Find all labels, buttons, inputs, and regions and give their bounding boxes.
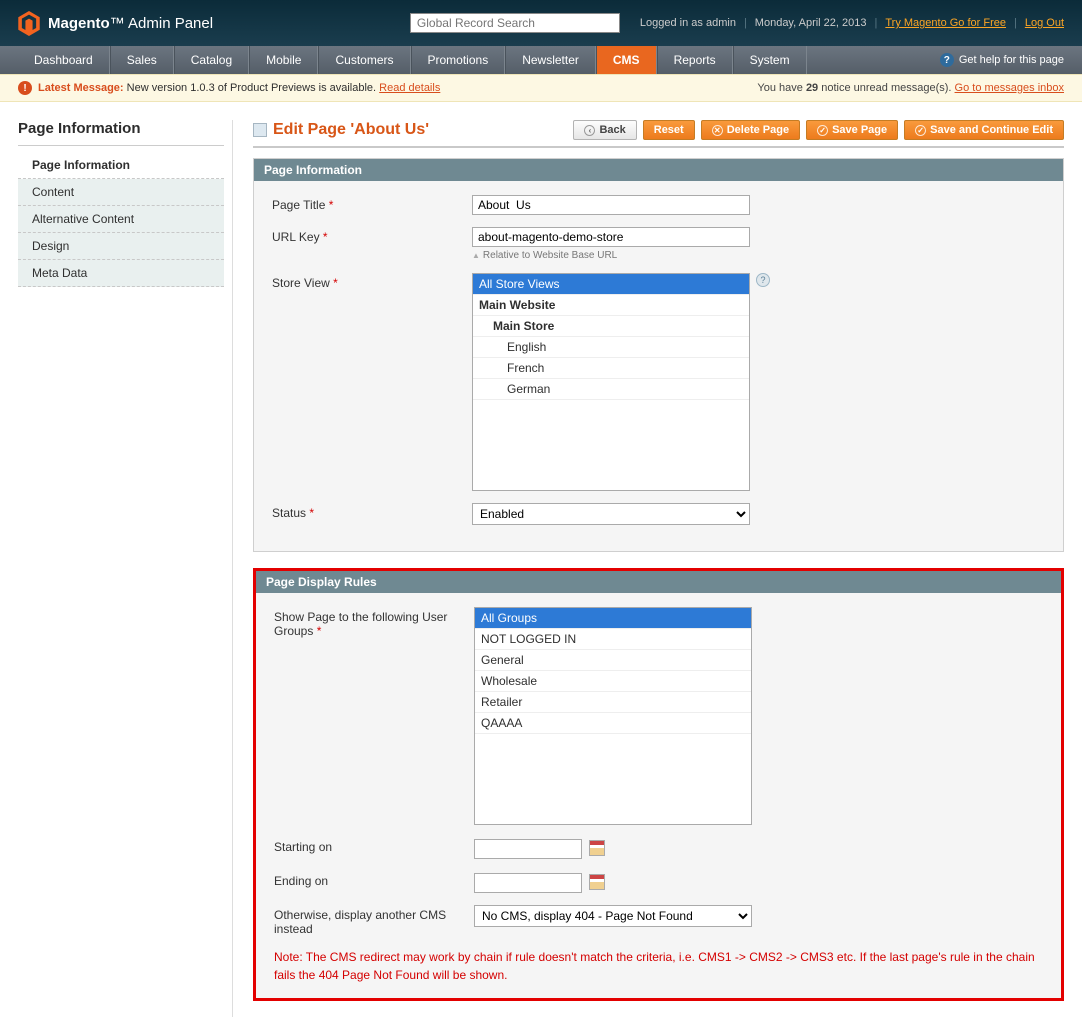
nav-newsletter[interactable]: Newsletter xyxy=(505,46,596,74)
page-icon xyxy=(253,123,267,137)
fieldset-header: Page Display Rules xyxy=(256,571,1061,593)
page-title-label: Page Title * xyxy=(272,195,472,212)
nav-cms[interactable]: CMS xyxy=(596,46,657,74)
back-button[interactable]: ‹Back xyxy=(573,120,636,140)
read-details-link[interactable]: Read details xyxy=(379,82,440,94)
status-label: Status * xyxy=(272,503,472,520)
warning-icon: ! xyxy=(18,81,32,95)
logo-text: Magento™ Admin Panel xyxy=(48,15,213,32)
otherwise-cms-label: Otherwise, display another CMS instead xyxy=(274,905,474,936)
url-key-input[interactable] xyxy=(472,227,750,247)
delete-icon: ✕ xyxy=(712,125,723,136)
calendar-icon[interactable] xyxy=(589,840,605,856)
reset-button[interactable]: Reset xyxy=(643,120,695,140)
calendar-icon[interactable] xyxy=(589,874,605,890)
header-status: Logged in as admin | Monday, April 22, 2… xyxy=(640,17,1064,29)
store-opt-main-website[interactable]: Main Website xyxy=(473,295,749,316)
ending-on-label: Ending on xyxy=(274,871,474,888)
url-key-label: URL Key * xyxy=(272,227,472,244)
cms-redirect-note: Note: The CMS redirect may work by chain… xyxy=(274,948,1043,984)
sidebar: Page Information Page Information Conten… xyxy=(18,120,233,1017)
user-groups-label: Show Page to the following User Groups * xyxy=(274,607,474,638)
messages-inbox-link[interactable]: Go to messages inbox xyxy=(955,82,1064,94)
tab-page-information[interactable]: Page Information xyxy=(18,152,224,179)
group-opt-all[interactable]: All Groups xyxy=(475,608,751,629)
store-opt-english[interactable]: English xyxy=(473,337,749,358)
tab-alternative-content[interactable]: Alternative Content xyxy=(18,206,224,233)
group-opt-wholesale[interactable]: Wholesale xyxy=(475,671,751,692)
url-key-note: ▲Relative to Website Base URL xyxy=(472,250,1045,261)
main-content: Edit Page 'About Us' ‹Back Reset ✕Delete… xyxy=(253,120,1064,1017)
page-title-input[interactable] xyxy=(472,195,750,215)
logged-in-text: Logged in as admin xyxy=(640,17,736,29)
page-title: Edit Page 'About Us' xyxy=(253,121,429,139)
nav-dashboard[interactable]: Dashboard xyxy=(18,46,110,74)
nav-customers[interactable]: Customers xyxy=(318,46,410,74)
page-header: Edit Page 'About Us' ‹Back Reset ✕Delete… xyxy=(253,120,1064,148)
delete-button[interactable]: ✕Delete Page xyxy=(701,120,800,140)
group-opt-retailer[interactable]: Retailer xyxy=(475,692,751,713)
notice-bar: ! Latest Message: New version 1.0.3 of P… xyxy=(0,74,1082,102)
store-view-label: Store View * xyxy=(272,273,472,290)
ending-on-input[interactable] xyxy=(474,873,582,893)
tab-design[interactable]: Design xyxy=(18,233,224,260)
nav-help[interactable]: ? Get help for this page xyxy=(922,46,1082,74)
group-opt-qaaaa[interactable]: QAAAA xyxy=(475,713,751,734)
check-icon: ✓ xyxy=(915,125,926,136)
fieldset-header: Page Information xyxy=(254,159,1063,181)
save-continue-button[interactable]: ✓Save and Continue Edit xyxy=(904,120,1064,140)
sidebar-title: Page Information xyxy=(18,120,224,146)
latest-label: Latest Message: xyxy=(38,82,124,94)
user-groups-select[interactable]: All Groups NOT LOGGED IN General Wholesa… xyxy=(474,607,752,825)
nav-mobile[interactable]: Mobile xyxy=(249,46,318,74)
store-opt-german[interactable]: German xyxy=(473,379,749,400)
status-select[interactable]: Enabled xyxy=(472,503,750,525)
help-icon: ? xyxy=(940,53,954,67)
admin-header: Magento™ Admin Panel Logged in as admin … xyxy=(0,0,1082,46)
page-information-fieldset: Page Information Page Title * URL Key * … xyxy=(253,158,1064,552)
group-opt-general[interactable]: General xyxy=(475,650,751,671)
back-icon: ‹ xyxy=(584,125,595,136)
main-nav: Dashboard Sales Catalog Mobile Customers… xyxy=(0,46,1082,74)
nav-promotions[interactable]: Promotions xyxy=(411,46,506,74)
action-buttons: ‹Back Reset ✕Delete Page ✓Save Page ✓Sav… xyxy=(573,120,1064,140)
tab-meta-data[interactable]: Meta Data xyxy=(18,260,224,287)
nav-system[interactable]: System xyxy=(733,46,807,74)
sidebar-tabs: Page Information Content Alternative Con… xyxy=(18,152,224,287)
save-button[interactable]: ✓Save Page xyxy=(806,120,898,140)
nav-reports[interactable]: Reports xyxy=(657,46,733,74)
group-opt-notloggedin[interactable]: NOT LOGGED IN xyxy=(475,629,751,650)
try-magento-link[interactable]: Try Magento Go for Free xyxy=(885,17,1006,29)
store-view-select[interactable]: All Store Views Main Website Main Store … xyxy=(472,273,750,491)
store-opt-all[interactable]: All Store Views xyxy=(473,274,749,295)
global-search-input[interactable] xyxy=(410,13,620,33)
store-view-help-icon[interactable]: ? xyxy=(756,273,770,287)
store-opt-main-store[interactable]: Main Store xyxy=(473,316,749,337)
notice-message: New version 1.0.3 of Product Previews is… xyxy=(127,82,376,94)
nav-catalog[interactable]: Catalog xyxy=(174,46,249,74)
page-display-rules-fieldset: Page Display Rules Show Page to the foll… xyxy=(253,568,1064,1001)
otherwise-cms-select[interactable]: No CMS, display 404 - Page Not Found xyxy=(474,905,752,927)
header-date: Monday, April 22, 2013 xyxy=(755,17,867,29)
check-icon: ✓ xyxy=(817,125,828,136)
nav-sales[interactable]: Sales xyxy=(110,46,174,74)
notice-right: You have 29 notice unread message(s). Go… xyxy=(757,82,1064,94)
starting-on-label: Starting on xyxy=(274,837,474,854)
tab-content[interactable]: Content xyxy=(18,179,224,206)
magento-logo-icon xyxy=(18,11,40,36)
logout-link[interactable]: Log Out xyxy=(1025,17,1064,29)
global-search xyxy=(410,13,620,33)
store-opt-french[interactable]: French xyxy=(473,358,749,379)
logo[interactable]: Magento™ Admin Panel xyxy=(18,11,213,36)
starting-on-input[interactable] xyxy=(474,839,582,859)
